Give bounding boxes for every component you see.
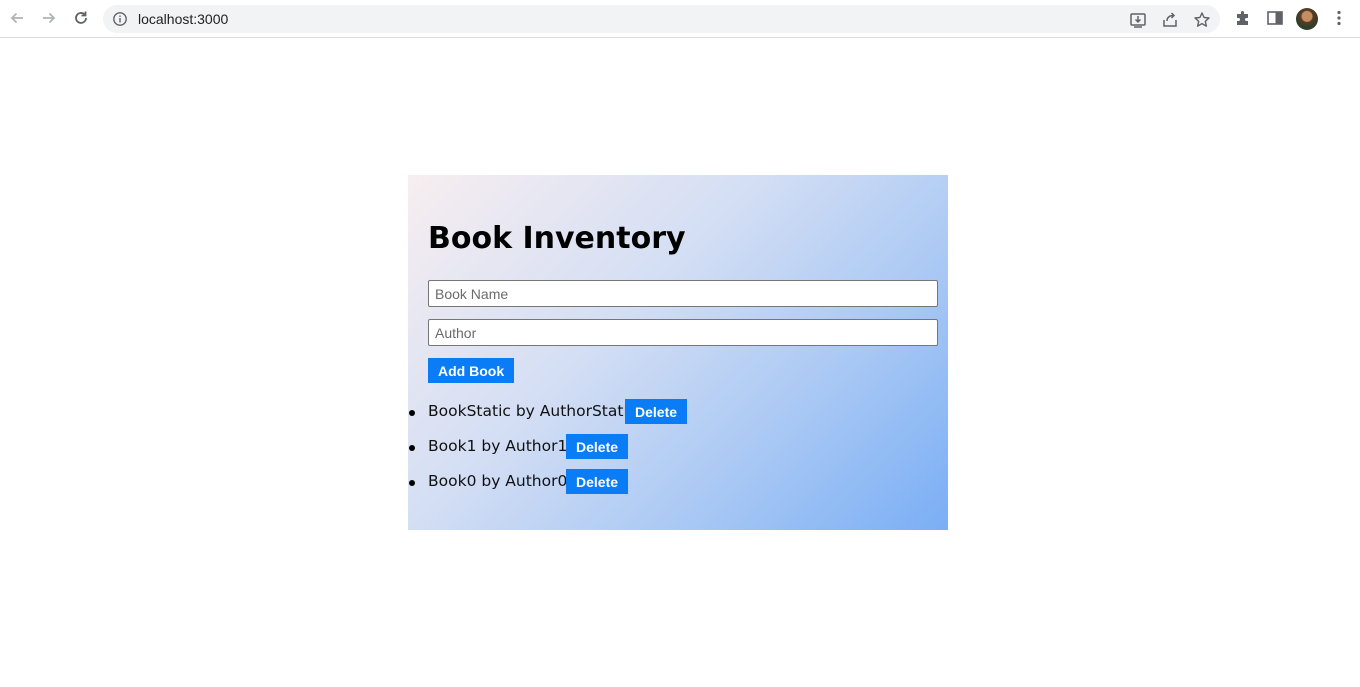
site-info-icon[interactable] bbox=[112, 11, 128, 27]
delete-button[interactable]: Delete bbox=[566, 434, 629, 459]
reload-icon bbox=[75, 11, 87, 24]
list-bullet bbox=[409, 445, 415, 451]
delete-button[interactable]: Delete bbox=[625, 399, 688, 424]
profile-avatar[interactable] bbox=[1296, 8, 1318, 30]
book-list: BookStatic by AuthorStatic Delete Book1 … bbox=[408, 397, 948, 502]
bookmark-star-icon[interactable] bbox=[1193, 11, 1211, 29]
arrow-back-icon bbox=[10, 12, 23, 24]
list-bullet bbox=[409, 410, 415, 416]
arrow-forward-icon bbox=[43, 12, 56, 24]
menu-kebab-icon[interactable] bbox=[1330, 9, 1348, 27]
side-panel-icon[interactable] bbox=[1266, 9, 1284, 27]
add-book-button[interactable]: Add Book bbox=[428, 358, 515, 383]
browser-toolbar: localhost:3000 bbox=[0, 0, 1360, 38]
extensions-puzzle-icon[interactable] bbox=[1234, 9, 1252, 27]
list-bullet bbox=[409, 480, 415, 486]
list-item: BookStatic by AuthorStatic Delete bbox=[408, 397, 948, 432]
url-text[interactable]: localhost:3000 bbox=[138, 11, 228, 27]
install-icon[interactable] bbox=[1129, 11, 1147, 29]
share-icon[interactable] bbox=[1161, 11, 1179, 29]
book-entry-text: Book0 by Author0 bbox=[428, 472, 568, 490]
list-item: Book0 by Author0 Delete bbox=[408, 467, 948, 502]
delete-button[interactable]: Delete bbox=[566, 469, 629, 494]
list-item: Book1 by Author1 Delete bbox=[408, 432, 948, 467]
book-entry-text: Book1 by Author1 bbox=[428, 437, 568, 455]
book-inventory-card: Book Inventory Add Book BookStatic by Au… bbox=[408, 175, 948, 530]
forward-button[interactable] bbox=[37, 6, 61, 30]
reload-button[interactable] bbox=[69, 6, 93, 30]
address-bar[interactable]: localhost:3000 bbox=[103, 5, 1220, 33]
page-title: Book Inventory bbox=[428, 221, 686, 256]
back-button[interactable] bbox=[5, 6, 29, 30]
author-input[interactable] bbox=[428, 319, 938, 346]
book-entry-text: BookStatic by AuthorStatic bbox=[428, 402, 637, 420]
book-name-input[interactable] bbox=[428, 280, 938, 307]
